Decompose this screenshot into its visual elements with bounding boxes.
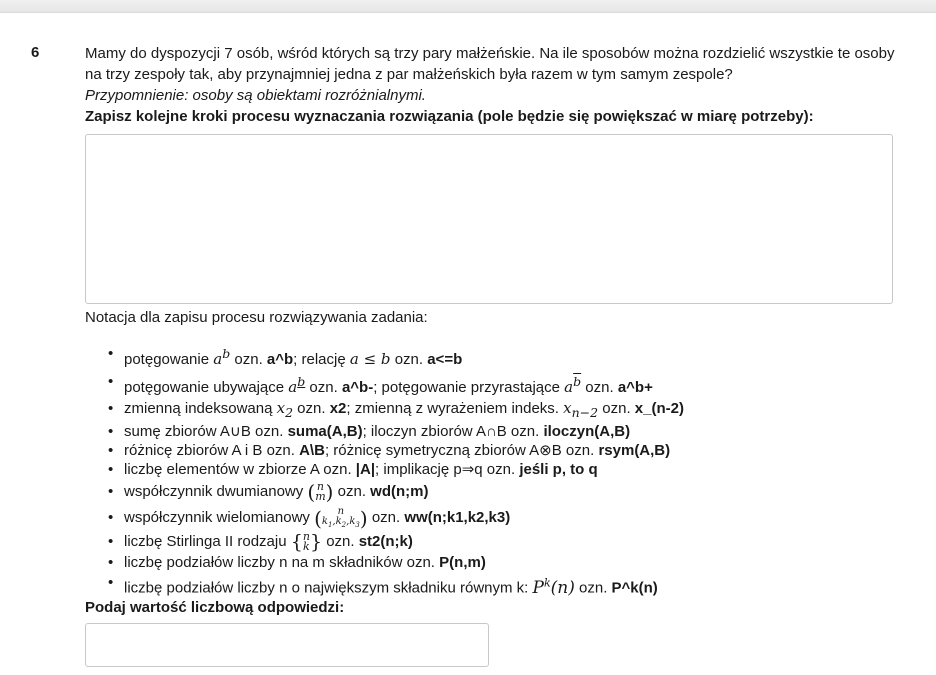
answer-input[interactable] bbox=[85, 623, 489, 667]
notation-item-falling-rising-power: • potęgowanie ubywające ab ozn. a^b-; po… bbox=[107, 371, 684, 399]
bullet-icon: • bbox=[108, 533, 114, 550]
notation-item-partitions-largest: • liczbę podziałów liczby n o największy… bbox=[107, 572, 684, 600]
notation-code: a^b+ bbox=[617, 379, 653, 396]
notation-code: ww(n;k1,k2,k3) bbox=[404, 509, 511, 526]
bullet-icon: • bbox=[108, 574, 114, 591]
notation-code: a<=b bbox=[427, 351, 463, 368]
notation-code: x2 bbox=[329, 400, 347, 417]
notation-text: ; iloczyn zbiorów A∩B ozn. bbox=[362, 423, 544, 440]
notation-code: P^k(n) bbox=[611, 579, 658, 597]
bullet-icon: • bbox=[108, 461, 114, 478]
notation-code: wd(n;m) bbox=[370, 483, 429, 500]
notation-item-partitions: • liczbę podziałów liczby n na m składni… bbox=[107, 553, 684, 572]
notation-code: rsym(A,B) bbox=[598, 442, 671, 459]
notation-item-cardinality-implication: • liczbę elementów w zbiorze A ozn. |A|;… bbox=[107, 460, 684, 479]
math-falling-power: ab bbox=[288, 374, 306, 396]
math-power: ab bbox=[213, 346, 231, 368]
notation-text: ozn. bbox=[333, 483, 371, 500]
bullet-icon: • bbox=[108, 345, 114, 362]
answer-label: Podaj wartość liczbową odpowiedzi: bbox=[85, 599, 345, 616]
notation-text: sumę zbiorów A∪B ozn. bbox=[124, 423, 288, 440]
notation-text: ozn. bbox=[293, 400, 330, 417]
notation-title: Notacja dla zapisu procesu rozwiązywania… bbox=[85, 309, 428, 326]
bullet-icon: • bbox=[108, 483, 114, 500]
notation-text: zmienną indeksowaną bbox=[124, 400, 277, 417]
notation-text: ozn. bbox=[305, 379, 342, 396]
math-relation: a ≤ b bbox=[349, 350, 391, 368]
notation-text: ozn. bbox=[598, 400, 635, 417]
notation-code: suma(A,B) bbox=[287, 423, 363, 440]
notation-text: liczbę elementów w zbiorze A ozn. bbox=[124, 461, 356, 478]
notation-text: ozn. bbox=[581, 379, 618, 396]
notation-item-union-intersection: • sumę zbiorów A∪B ozn. suma(A,B); ilocz… bbox=[107, 422, 684, 441]
notation-text: ; zmienną z wyrażeniem indeks. bbox=[346, 400, 564, 417]
math-binomial: (n m) bbox=[307, 480, 334, 505]
math-stirling: {n k} bbox=[290, 530, 323, 554]
bullet-icon: • bbox=[108, 423, 114, 440]
notation-text: ; potęgowanie przyrastające bbox=[373, 379, 565, 396]
bullet-icon: • bbox=[108, 509, 114, 526]
notation-code: jeśli p, to q bbox=[519, 461, 598, 478]
notation-item-indexed-variable: • zmienną indeksowaną x2 ozn. x2; zmienn… bbox=[107, 399, 684, 422]
notation-code: a^b bbox=[266, 351, 294, 368]
notation-text: współczynnik dwumianowy bbox=[124, 483, 308, 500]
question-text: Mamy do dyspozycji 7 osób, wśród których… bbox=[85, 45, 895, 83]
math-rising-power: ab bbox=[564, 374, 582, 396]
notation-text: ; implikację p⇒q ozn. bbox=[375, 461, 520, 478]
notation-item-difference: • różnicę zbiorów A i B ozn. A\B; różnic… bbox=[107, 441, 684, 460]
math-indexed: x2 bbox=[276, 399, 294, 420]
notation-text: różnicę zbiorów A i B ozn. bbox=[124, 442, 300, 459]
question-reminder: Przypomnienie: osoby są obiektami rozróż… bbox=[85, 87, 426, 104]
notation-code: x_(n-2) bbox=[634, 400, 684, 417]
notation-code: |A| bbox=[355, 461, 376, 478]
question-content: Mamy do dyspozycji 7 osób, wśród których… bbox=[85, 43, 900, 127]
notation-text: ozn. bbox=[390, 351, 428, 368]
notation-item-power: • potęgowanie ab ozn. a^b; relację a ≤ b… bbox=[107, 343, 684, 371]
bullet-icon: • bbox=[108, 373, 114, 390]
bullet-icon: • bbox=[108, 442, 114, 459]
notation-text: współczynnik wielomianowy bbox=[124, 509, 315, 526]
notation-text: liczbę Stirlinga II rodzaju bbox=[124, 533, 291, 550]
math-indexed-expression: xn−2 bbox=[563, 399, 599, 420]
notation-list: • potęgowanie ab ozn. a^b; relację a ≤ b… bbox=[107, 343, 684, 600]
question-number: 6 bbox=[31, 44, 40, 61]
steps-textarea[interactable] bbox=[85, 134, 893, 304]
top-bar bbox=[0, 0, 936, 13]
steps-label: Zapisz kolejne kroki procesu wyznaczania… bbox=[85, 108, 814, 125]
notation-code: P(n,m) bbox=[439, 554, 486, 571]
notation-code: a^b- bbox=[341, 379, 374, 396]
notation-code: A\B bbox=[299, 442, 325, 459]
notation-item-binomial: • współczynnik dwumianowy (n m) ozn. wd(n… bbox=[107, 479, 684, 505]
notation-text: ozn. bbox=[322, 533, 359, 550]
notation-text: potęgowanie ubywające bbox=[124, 379, 289, 396]
notation-text: liczbę podziałów liczby n na m składnikó… bbox=[124, 554, 440, 571]
notation-item-multinomial: • współczynnik wielomianowy (n k1,k2,k3) … bbox=[107, 505, 684, 531]
notation-code: st2(n;k) bbox=[358, 533, 413, 550]
notation-code: iloczyn(A,B) bbox=[543, 423, 631, 440]
math-partition: Pk(n) bbox=[532, 576, 575, 598]
bullet-icon: • bbox=[108, 400, 114, 417]
math-multinomial: (n k1,k2,k3) bbox=[314, 505, 368, 531]
notation-text: ; relację bbox=[293, 351, 350, 368]
bullet-icon: • bbox=[108, 554, 114, 571]
notation-text: ozn. bbox=[230, 351, 267, 368]
notation-text: liczbę podziałów liczby n o największym … bbox=[124, 579, 533, 597]
notation-text: ozn. bbox=[367, 509, 405, 526]
notation-text: ; różnicę symetryczną zbiorów A⊗B ozn. bbox=[324, 442, 599, 459]
notation-item-stirling: • liczbę Stirlinga II rodzaju {n k} ozn. … bbox=[107, 531, 684, 553]
notation-text: ozn. bbox=[574, 579, 612, 597]
notation-text: potęgowanie bbox=[124, 351, 214, 368]
